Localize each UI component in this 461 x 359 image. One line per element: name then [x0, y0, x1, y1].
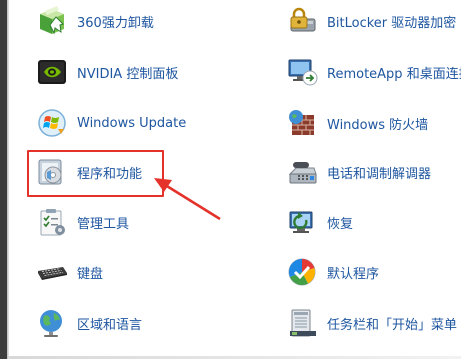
uninstall-box-icon	[36, 5, 68, 37]
item-label: 恢复	[327, 216, 354, 232]
bitlocker-icon	[286, 5, 318, 37]
item-label: BitLocker 驱动器加密	[327, 15, 457, 31]
item-label: 360强力卸载	[77, 15, 154, 31]
item-label: 电话和调制解调器	[327, 166, 432, 182]
highlight-annotation-box	[27, 150, 164, 197]
nvidia-icon	[36, 56, 68, 88]
item-nvidia[interactable]: NVIDIA 控制面板	[36, 52, 178, 92]
item-label: NVIDIA 控制面板	[77, 66, 179, 82]
item-label: RemoteApp 和桌面连接	[327, 66, 461, 82]
item-bitlocker[interactable]: BitLocker 驱动器加密	[286, 1, 456, 41]
region-language-icon	[36, 307, 68, 339]
item-label: 区域和语言	[77, 317, 143, 333]
annotation-arrow-icon	[154, 178, 221, 221]
item-phone-modem[interactable]: 电话和调制解调器	[286, 152, 431, 192]
item-default-programs[interactable]: 默认程序	[286, 252, 379, 292]
item-windows-update[interactable]: Windows Update	[36, 103, 186, 143]
item-label: 默认程序	[327, 266, 380, 282]
item-region-language[interactable]: 区域和语言	[36, 303, 142, 343]
taskbar-start-icon	[286, 307, 318, 339]
item-label: 管理工具	[77, 216, 130, 232]
item-recovery[interactable]: 恢复	[286, 202, 353, 242]
remoteapp-icon	[286, 56, 318, 88]
item-admin-tools[interactable]: 管理工具	[36, 202, 129, 242]
item-label: Windows Update	[77, 115, 187, 131]
keyboard-icon	[36, 256, 68, 288]
item-label: Windows 防火墙	[327, 117, 429, 133]
item-firewall[interactable]: Windows 防火墙	[286, 103, 428, 143]
default-programs-icon	[286, 256, 318, 288]
recovery-icon	[286, 206, 318, 238]
item-label: 键盘	[77, 266, 104, 282]
phone-modem-icon	[286, 156, 318, 188]
windows-update-icon	[36, 107, 68, 139]
admin-tools-icon	[36, 206, 68, 238]
item-remoteapp[interactable]: RemoteApp 和桌面连接	[286, 52, 461, 92]
item-keyboard[interactable]: 键盘	[36, 252, 103, 292]
item-360-uninstall[interactable]: 360强力卸载	[36, 1, 154, 41]
item-label: 任务栏和「开始」菜单	[327, 317, 458, 333]
item-taskbar-start[interactable]: 任务栏和「开始」菜单	[286, 303, 457, 343]
window-left-frame	[0, 0, 9, 359]
firewall-icon	[286, 107, 318, 139]
